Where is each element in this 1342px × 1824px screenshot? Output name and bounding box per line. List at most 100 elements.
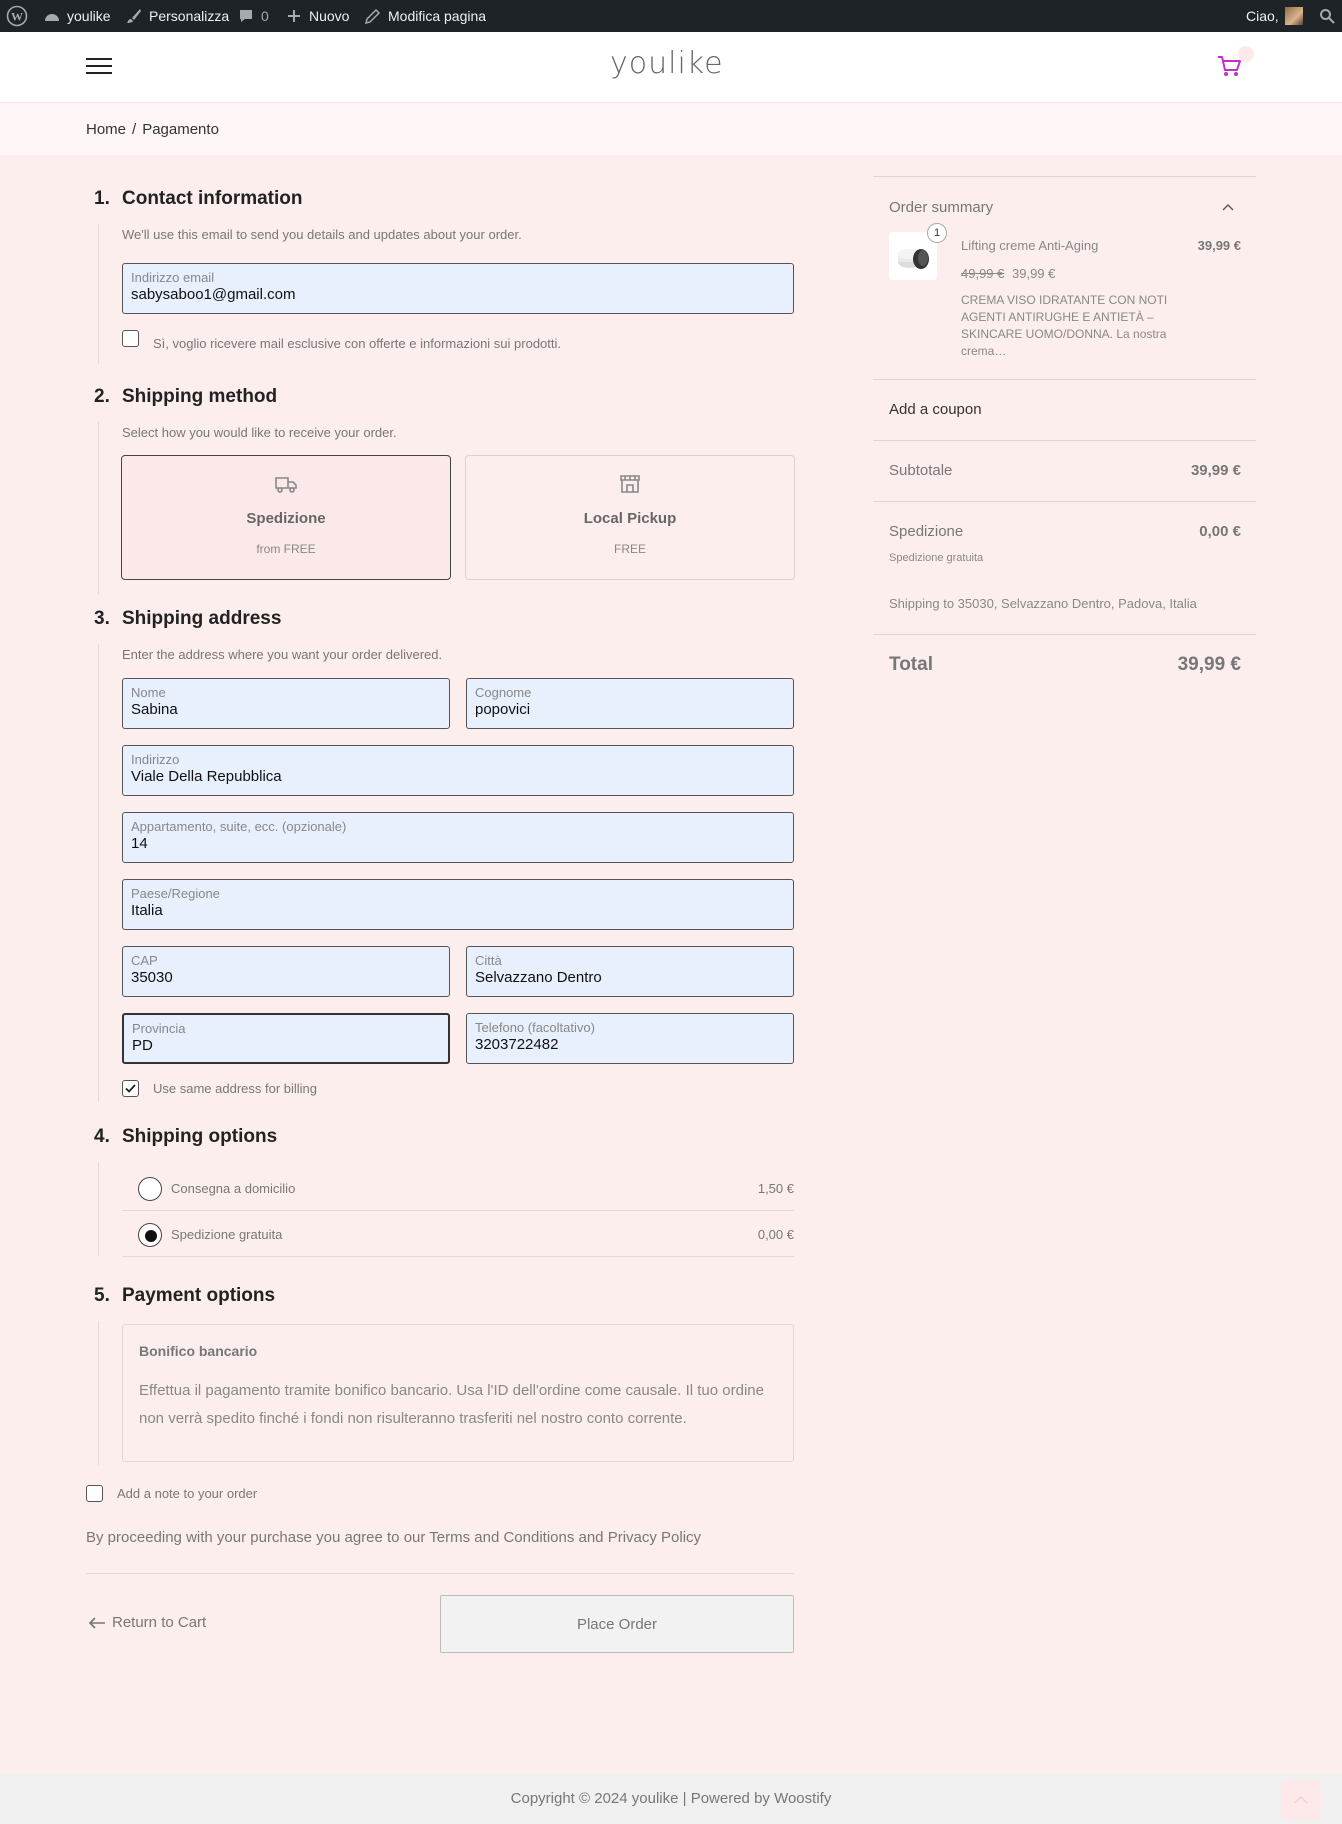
shipping-address-step-number: 3.: [94, 608, 110, 629]
wordpress-icon: W: [6, 5, 28, 27]
summary-divider: [873, 501, 1256, 502]
order-note-checkbox[interactable]: [86, 1485, 103, 1502]
chevron-up-icon[interactable]: [1222, 203, 1234, 211]
shipping-option-title: Local Pickup: [583, 510, 677, 527]
apartment-input[interactable]: [131, 835, 785, 852]
admin-customize-link[interactable]: Personalizza: [125, 0, 229, 32]
step-divider: [98, 644, 99, 1102]
admin-comments-link[interactable]: 0: [237, 0, 269, 32]
shipping-option-delivery[interactable]: Spedizione from FREE: [121, 455, 451, 580]
shipping-rate-row[interactable]: Spedizione gratuita 0,00 €: [122, 1211, 794, 1257]
payment-method-title: Bonifico bancario: [139, 1343, 258, 1359]
place-order-button[interactable]: Place Order: [440, 1595, 794, 1653]
address-field[interactable]: Indirizzo: [122, 745, 794, 796]
shipping-option-pickup[interactable]: Local Pickup FREE: [465, 455, 795, 580]
return-to-cart-link[interactable]: Return to Cart: [88, 1614, 206, 1631]
plus-icon: [285, 7, 303, 25]
admin-edit-page-link[interactable]: Modifica pagina: [364, 0, 486, 32]
contact-description: We'll use this email to send you details…: [122, 227, 522, 242]
country-input[interactable]: [131, 902, 785, 919]
postcode-field[interactable]: CAP: [122, 946, 450, 997]
summary-divider: [873, 440, 1256, 441]
brush-icon: [125, 7, 143, 25]
shipping-option-title: Spedizione: [246, 510, 326, 527]
country-field[interactable]: Paese/Regione: [122, 879, 794, 930]
payment-title: Payment options: [122, 1285, 276, 1306]
subtotal-label: Subtotale: [889, 462, 953, 479]
same-billing-checkbox[interactable]: [122, 1080, 139, 1097]
summary-divider: [873, 634, 1256, 635]
city-label: Città: [475, 953, 502, 968]
site-name: youlike: [67, 8, 111, 24]
city-field[interactable]: Città: [466, 946, 794, 997]
checkmark-icon: [125, 1084, 136, 1093]
product-line-total: 39,99 €: [1197, 238, 1241, 253]
address-input[interactable]: [131, 768, 785, 785]
postcode-input[interactable]: [131, 969, 441, 986]
province-label: Provincia: [132, 1021, 186, 1036]
first-name-input[interactable]: [131, 701, 441, 718]
shipping-method-title: Shipping method: [122, 386, 278, 407]
newsletter-checkbox[interactable]: [122, 330, 139, 347]
breadcrumb-home[interactable]: Home: [86, 121, 126, 138]
breadcrumb-bar: Home / Pagamento: [0, 103, 1342, 155]
first-name-field[interactable]: Nome: [122, 678, 450, 729]
province-input[interactable]: [132, 1037, 440, 1054]
return-to-cart-label: Return to Cart: [112, 1614, 207, 1631]
scroll-to-top-button[interactable]: [1281, 1780, 1321, 1820]
shipping-destination: Shipping to 35030, Selvazzano Dentro, Pa…: [889, 596, 1197, 611]
shipping-options-step-number: 4.: [94, 1126, 110, 1147]
site-logo[interactable]: youlike: [610, 46, 724, 81]
shipping-value: 0,00 €: [1199, 523, 1241, 540]
address-label: Indirizzo: [131, 752, 180, 767]
comment-icon: [237, 7, 255, 25]
last-name-input[interactable]: [475, 701, 785, 718]
shipping-option-price: from FREE: [256, 542, 316, 556]
shipping-rate-radio[interactable]: [138, 1177, 162, 1201]
site-header: youlike 0: [0, 32, 1342, 103]
order-summary-title[interactable]: Order summary: [889, 199, 993, 216]
product-quantity-badge: 1: [927, 223, 947, 243]
admin-new-link[interactable]: Nuovo: [285, 0, 349, 32]
truck-icon: [275, 477, 297, 493]
payment-method-box[interactable]: Bonifico bancario Effettua il pagamento …: [122, 1324, 794, 1462]
product-description: CREMA VISO IDRATANTE CON NOTI AGENTI ANT…: [961, 293, 1168, 358]
phone-input[interactable]: [475, 1036, 785, 1053]
breadcrumb-current: Pagamento: [142, 121, 219, 138]
city-input[interactable]: [475, 969, 785, 986]
province-field[interactable]: Provincia: [122, 1013, 450, 1064]
email-field[interactable]: Indirizzo email: [122, 263, 794, 314]
same-billing-label: Use same address for billing: [153, 1081, 318, 1096]
shipping-method-name: Spedizione gratuita: [889, 552, 984, 564]
apartment-field[interactable]: Appartamento, suite, ecc. (opzionale): [122, 812, 794, 863]
product-name: Lifting creme Anti-Aging: [961, 238, 1099, 253]
last-name-label: Cognome: [475, 685, 532, 700]
step-divider: [98, 1162, 99, 1256]
email-label: Indirizzo email: [131, 270, 215, 285]
admin-account[interactable]: Ciao,: [1246, 0, 1303, 32]
admin-site-link[interactable]: youlike: [43, 0, 111, 32]
phone-field[interactable]: Telefono (facoltativo): [466, 1013, 794, 1064]
pencil-icon: [364, 7, 382, 25]
shipping-rate-price: 0,00 €: [757, 1227, 794, 1242]
wordpress-logo[interactable]: W: [6, 0, 28, 32]
contact-step-number: 1.: [94, 188, 110, 209]
shipping-method-description: Select how you would like to receive you…: [122, 425, 397, 440]
shipping-rate-radio[interactable]: [138, 1223, 162, 1247]
email-input[interactable]: [131, 286, 785, 303]
shipping-rate-label: Spedizione gratuita: [171, 1227, 283, 1242]
admin-search[interactable]: [1318, 0, 1336, 32]
shipping-rate-row[interactable]: Consegna a domicilio 1,50 €: [122, 1165, 794, 1211]
svg-text:W: W: [11, 10, 23, 24]
step-divider: [98, 422, 99, 594]
summary-top-border: [873, 176, 1256, 177]
menu-toggle-icon[interactable]: [86, 58, 112, 76]
last-name-field[interactable]: Cognome: [466, 678, 794, 729]
payment-step-number: 5.: [94, 1285, 110, 1306]
subtotal-value: 39,99 €: [1190, 462, 1241, 479]
store-icon: [620, 475, 640, 493]
terms-notice: By proceeding with your purchase you agr…: [86, 1529, 702, 1546]
country-label: Paese/Regione: [131, 886, 220, 901]
payment-method-description: Effettua il pagamento tramite bonifico b…: [139, 1382, 764, 1427]
add-coupon-link[interactable]: Add a coupon: [889, 401, 982, 418]
